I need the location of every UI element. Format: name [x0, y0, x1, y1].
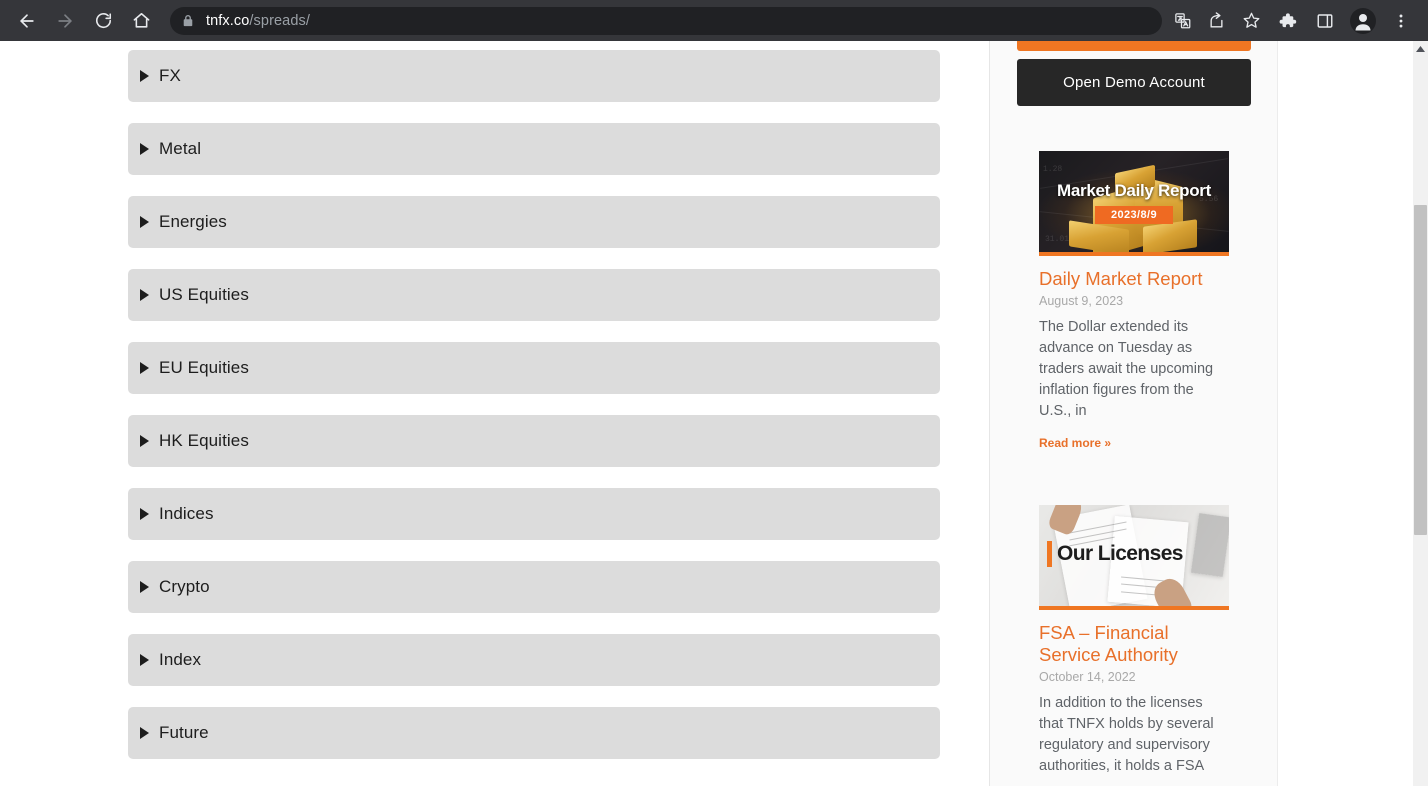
collapsed-triangle-icon [140, 435, 149, 447]
page-viewport: FX Metal Energies US Equities EU Equitie… [0, 41, 1428, 786]
accordion-item-indices[interactable]: Indices [128, 488, 940, 540]
collapsed-triangle-icon [140, 581, 149, 593]
our-licenses-thumbnail[interactable]: Our Licenses [1039, 505, 1229, 610]
bookmark-star-icon [1243, 12, 1259, 28]
collapsed-triangle-icon [140, 654, 149, 666]
back-button[interactable] [12, 6, 42, 36]
thumbnail-title: Our Licenses [1057, 542, 1183, 565]
collapsed-triangle-icon [140, 362, 149, 374]
extensions-button[interactable] [1272, 6, 1302, 36]
open-demo-account-label: Open Demo Account [1063, 74, 1205, 91]
url-text: tnfx.co/spreads/ [206, 13, 310, 29]
page-scrollbar[interactable] [1413, 41, 1428, 786]
accordion-label: EU Equities [159, 358, 249, 377]
news-title-link[interactable]: FSA – Financial Service Authority [1039, 622, 1229, 666]
accordion-label: Index [159, 650, 202, 669]
main-content: FX Metal Energies US Equities EU Equitie… [0, 41, 990, 786]
news-title-link[interactable]: Daily Market Report [1039, 268, 1229, 290]
accordion-label: Metal [159, 139, 202, 158]
scrollbar-thumb[interactable] [1414, 205, 1427, 535]
accordion-item-index[interactable]: Index [128, 634, 940, 686]
scroll-up-button[interactable] [1413, 41, 1428, 56]
url-path: /spreads/ [249, 12, 310, 29]
collapsed-triangle-icon [140, 727, 149, 739]
forward-arrow-icon [58, 13, 72, 28]
accordion-item-future[interactable]: Future [128, 707, 940, 759]
accordion-item-energies[interactable]: Energies [128, 196, 940, 248]
collapsed-triangle-icon [140, 216, 149, 228]
accordion-item-crypto[interactable]: Crypto [128, 561, 940, 613]
browser-toolbar: tnfx.co/spreads/ [0, 0, 1428, 41]
share-button[interactable] [1203, 7, 1231, 35]
profile-button[interactable] [1348, 6, 1378, 36]
news-date: August 9, 2023 [1039, 294, 1124, 308]
news-excerpt: In addition to the licenses that TNFX ho… [1039, 695, 1214, 774]
news-card-fsa-license: Our Licenses FSA – Financial Service Aut… [1039, 505, 1229, 777]
spreads-accordion: FX Metal Energies US Equities EU Equitie… [128, 50, 940, 780]
home-icon [133, 12, 149, 28]
bookmark-button[interactable] [1237, 7, 1265, 35]
accordion-label: Future [159, 723, 209, 742]
accordion-item-eu-equities[interactable]: EU Equities [128, 342, 940, 394]
reload-icon [95, 13, 111, 29]
gold-bars-illustration [1039, 151, 1229, 252]
notebook-illustration [1190, 513, 1229, 577]
url-host: tnfx.co [206, 12, 250, 29]
chevron-up-icon [1416, 45, 1425, 52]
extensions-puzzle-icon [1279, 13, 1296, 28]
thumbnail-title-wrap: Our Licenses [1047, 541, 1183, 567]
lock-icon [183, 14, 193, 26]
accordion-label: Crypto [159, 577, 210, 596]
collapsed-triangle-icon [140, 508, 149, 520]
side-panel-icon [1317, 13, 1333, 28]
sidebar: Open Demo Account 1.28 5.56 31.012 Marke… [990, 41, 1278, 786]
translate-icon [1175, 12, 1191, 28]
open-live-account-button[interactable] [1017, 41, 1251, 51]
accordion-label: FX [159, 66, 181, 85]
collapsed-triangle-icon [140, 289, 149, 301]
side-panel-button[interactable] [1310, 6, 1340, 36]
accordion-label: Indices [159, 504, 214, 523]
orange-accent-bar [1047, 541, 1052, 567]
profile-avatar-icon [1350, 7, 1376, 34]
accordion-item-fx[interactable]: FX [128, 50, 940, 102]
collapsed-triangle-icon [140, 143, 149, 155]
address-bar[interactable]: tnfx.co/spreads/ [170, 6, 1162, 35]
home-button[interactable] [126, 6, 156, 36]
daily-market-report-thumbnail[interactable]: 1.28 5.56 31.012 Market Daily Report 202… [1039, 151, 1229, 256]
news-card-daily-market-report: 1.28 5.56 31.012 Market Daily Report 202… [1039, 151, 1229, 450]
accordion-item-metal[interactable]: Metal [128, 123, 940, 175]
back-arrow-icon [20, 13, 34, 28]
accordion-label: Energies [159, 212, 227, 231]
open-demo-account-button[interactable]: Open Demo Account [1017, 59, 1251, 106]
news-excerpt: The Dollar extended its advance on Tuesd… [1039, 319, 1214, 419]
thumbnail-title: Market Daily Report [1057, 181, 1211, 200]
chrome-menu-button[interactable] [1386, 6, 1416, 36]
accordion-label: US Equities [159, 285, 249, 304]
sidebar-right-divider [1277, 41, 1278, 786]
reload-button[interactable] [88, 6, 118, 36]
thumbnail-date-badge: 2023/8/9 [1094, 206, 1174, 224]
news-date: October 14, 2022 [1039, 670, 1136, 684]
accordion-item-us-equities[interactable]: US Equities [128, 269, 940, 321]
share-icon [1209, 12, 1223, 28]
read-more-link[interactable]: Read more » [1039, 436, 1229, 450]
accordion-label: HK Equities [159, 431, 249, 450]
three-dot-menu-icon [1399, 14, 1403, 27]
forward-button[interactable] [50, 6, 80, 36]
collapsed-triangle-icon [140, 70, 149, 82]
translate-button[interactable] [1169, 7, 1197, 35]
accordion-item-hk-equities[interactable]: HK Equities [128, 415, 940, 467]
